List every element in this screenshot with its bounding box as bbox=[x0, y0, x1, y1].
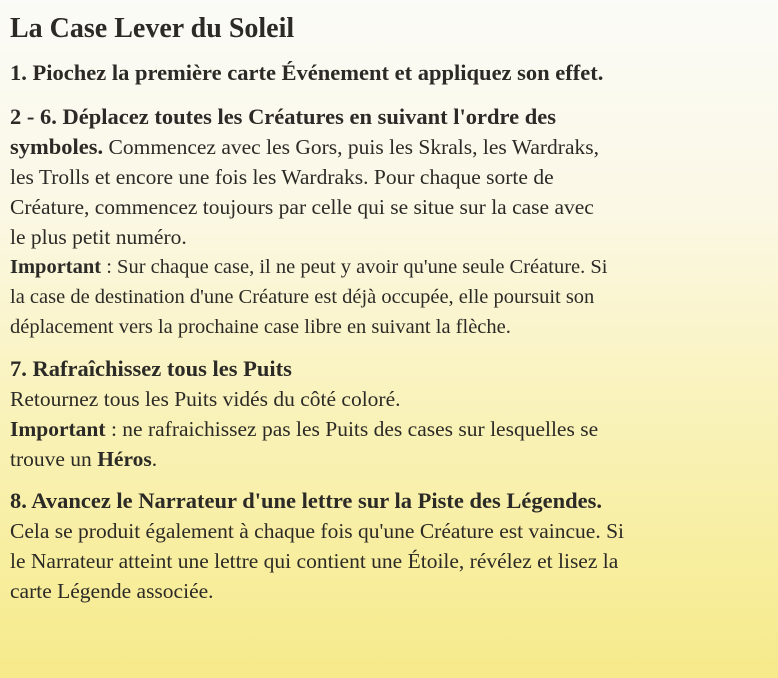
step-2-6-important-line1: : Sur chaque case, il ne peut y avoir qu… bbox=[101, 256, 608, 278]
step-2-6-body-line2: les Trolls et encore une fois les Wardra… bbox=[10, 165, 554, 189]
step-7-important-line2-post: . bbox=[151, 447, 158, 471]
step-7-body: Retournez tous les Puits vidés du côté c… bbox=[10, 387, 401, 411]
step-2-6-heading-line2: symboles. bbox=[10, 134, 104, 159]
card-title: La Case Lever du Soleil bbox=[10, 13, 295, 44]
step-7-important-line2-pre: trouve un bbox=[10, 447, 98, 471]
step-8-body-line3: carte Légende associée. bbox=[10, 579, 214, 603]
rules-card: La Case Lever du Soleil 1. Piochez la pr… bbox=[0, 0, 778, 678]
step-7-heading: 7. Rafraîchissez tous les Puits bbox=[10, 356, 292, 381]
step-8-section: 8. Avancez le Narrateur d'une lettre sur… bbox=[10, 486, 778, 606]
step-2-6-body-line1: Commencez avec les Gors, puis les Skrals… bbox=[103, 135, 599, 159]
step-2-6-important-line2: la case de destination d'une Créature es… bbox=[10, 286, 595, 308]
step-2-6-body-line4: le plus petit numéro. bbox=[10, 225, 187, 249]
step-7-important-line1: : ne rafraichissez pas les Puits des cas… bbox=[105, 417, 599, 441]
step-8-heading: 8. Avancez le Narrateur d'une lettre sur… bbox=[10, 488, 602, 513]
step-2-6-section: 2 - 6. Déplacez toutes les Créatures en … bbox=[10, 102, 778, 342]
step-7-section: 7. Rafraîchissez tous les Puits Retourne… bbox=[10, 354, 778, 474]
step-8-body-line1: Cela se produit également à chaque fois … bbox=[10, 519, 625, 543]
step-7-important-label: Important bbox=[10, 417, 106, 441]
step-1-heading: 1. Piochez la première carte Événement e… bbox=[10, 60, 604, 85]
step-8-body-line2: le Narrateur atteint une lettre qui cont… bbox=[10, 549, 619, 573]
step-7-hero-word: Héros bbox=[97, 447, 152, 471]
step-2-6-important-label: Important bbox=[10, 256, 102, 278]
step-2-6-important-line3: déplacement vers la prochaine case libre… bbox=[10, 316, 511, 338]
step-2-6-heading-line1: 2 - 6. Déplacez toutes les Créatures en … bbox=[10, 104, 556, 129]
step-2-6-body-line3: Créature, commencez toujours par celle q… bbox=[10, 195, 594, 219]
